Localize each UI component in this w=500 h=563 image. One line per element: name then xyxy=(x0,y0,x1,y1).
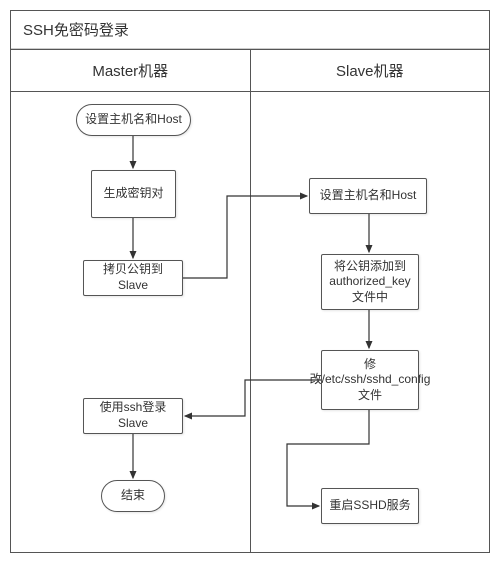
column-slave xyxy=(251,92,490,552)
swimlane-header: Master机器 Slave机器 xyxy=(11,49,489,92)
column-header-slave: Slave机器 xyxy=(251,50,490,91)
diagram-frame: SSH免密码登录 Master机器 Slave机器 设置主机名和Host 生成密… xyxy=(10,10,490,553)
diagram-title: SSH免密码登录 xyxy=(11,11,489,49)
column-master xyxy=(11,92,250,552)
swimlane-body: 设置主机名和Host 生成密钥对 拷贝公钥到Slave 使用ssh登录Slave… xyxy=(11,92,489,552)
column-header-master: Master机器 xyxy=(11,50,250,91)
